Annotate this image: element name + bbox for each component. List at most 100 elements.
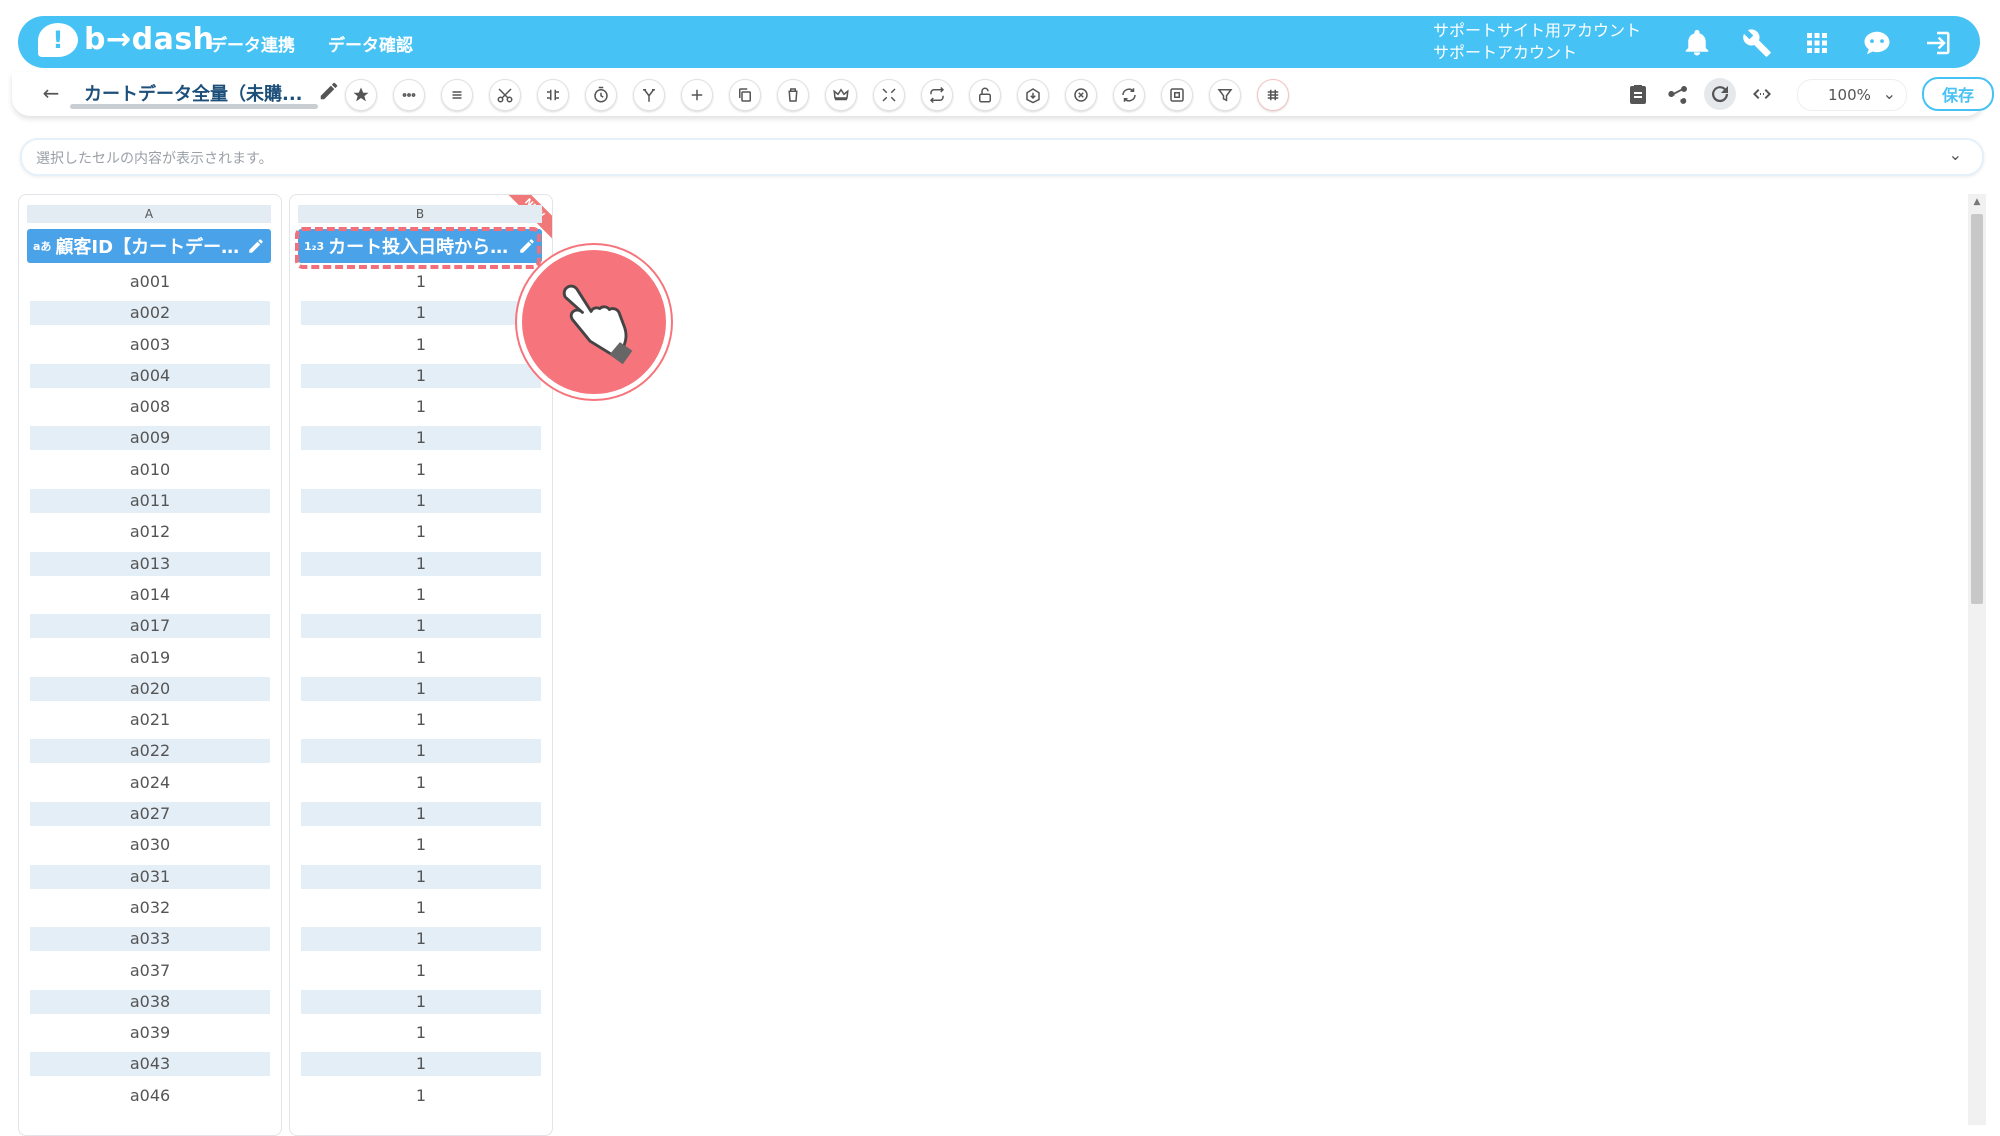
table-cell[interactable]: 1 <box>301 333 541 357</box>
table-cell[interactable]: a014 <box>30 583 270 607</box>
table-cell[interactable]: 1 <box>301 363 541 388</box>
table-cell[interactable]: 1 <box>301 1052 541 1077</box>
table-cell[interactable]: a011 <box>30 489 270 514</box>
table-cell[interactable]: a031 <box>30 864 270 889</box>
branch-icon[interactable] <box>633 79 665 111</box>
table-cell[interactable]: a017 <box>30 614 270 639</box>
table-cell[interactable]: 1 <box>301 1084 541 1108</box>
logout-icon[interactable] <box>1920 26 1954 60</box>
table-cell[interactable]: a037 <box>30 959 270 983</box>
wrench-icon[interactable] <box>1740 26 1774 60</box>
table-cell[interactable]: a009 <box>30 426 270 451</box>
download-box-icon[interactable] <box>1017 79 1049 111</box>
list-icon[interactable] <box>441 79 473 111</box>
table-cell[interactable]: a019 <box>30 646 270 670</box>
table-cell[interactable]: a024 <box>30 771 270 795</box>
table-cell[interactable]: a020 <box>30 676 270 701</box>
table-cell[interactable]: a027 <box>30 802 270 827</box>
table-cell[interactable]: 1 <box>301 301 541 326</box>
bell-icon[interactable] <box>1680 26 1714 60</box>
table-cell[interactable]: 1 <box>301 927 541 952</box>
more-icon[interactable] <box>393 79 425 111</box>
table-cell[interactable]: 1 <box>301 614 541 639</box>
table-cell[interactable]: 1 <box>301 708 541 732</box>
column-letter[interactable]: A <box>27 205 271 223</box>
table-cell[interactable]: 1 <box>301 771 541 795</box>
apps-grid-icon[interactable] <box>1800 26 1834 60</box>
grid-icon[interactable] <box>1257 79 1289 111</box>
table-cell[interactable]: 1 <box>301 833 541 857</box>
table-cell[interactable]: 1 <box>301 739 541 764</box>
table-cell[interactable]: 1 <box>301 583 541 607</box>
table-cell[interactable]: 1 <box>301 959 541 983</box>
table-cell[interactable]: a003 <box>30 333 270 357</box>
edit-pencil-icon[interactable] <box>247 237 265 255</box>
table-cell[interactable]: a039 <box>30 1021 270 1045</box>
table-cell[interactable]: a002 <box>30 301 270 326</box>
expand-chevron-icon[interactable]: ⌄ <box>1949 145 1962 164</box>
table-cell[interactable]: a030 <box>30 833 270 857</box>
timer-icon[interactable] <box>585 79 617 111</box>
back-button[interactable]: ← <box>36 78 66 108</box>
sheet-title[interactable]: カートデータ全量（未購... <box>84 80 314 106</box>
loop-icon[interactable] <box>921 79 953 111</box>
table-cell[interactable]: a013 <box>30 551 270 576</box>
column-letter[interactable]: B <box>298 205 542 223</box>
table-cell[interactable]: a046 <box>30 1084 270 1108</box>
account-info[interactable]: サポートサイト用アカウント サポートアカウント <box>1433 20 1641 64</box>
table-cell[interactable]: 1 <box>301 676 541 701</box>
table-cell[interactable]: a032 <box>30 896 270 920</box>
table-cell[interactable]: a022 <box>30 739 270 764</box>
nav-data-integration[interactable]: データ連携 <box>210 31 295 56</box>
chat-robot-icon[interactable] <box>1860 26 1894 60</box>
table-cell[interactable]: 1 <box>301 426 541 451</box>
table-cell[interactable]: 1 <box>301 270 541 294</box>
table-cell[interactable]: a038 <box>30 989 270 1014</box>
table-cell[interactable]: a021 <box>30 708 270 732</box>
plus-icon[interactable] <box>681 79 713 111</box>
filter-icon[interactable] <box>1209 79 1241 111</box>
save-button[interactable]: 保存 <box>1922 77 1994 111</box>
table-cell[interactable]: 1 <box>301 458 541 482</box>
table-cell[interactable]: a043 <box>30 1052 270 1077</box>
scissors-icon[interactable] <box>489 79 521 111</box>
table-cell[interactable]: a010 <box>30 458 270 482</box>
logo[interactable]: ! b→dash <box>38 22 215 57</box>
table-cell[interactable]: 1 <box>301 489 541 514</box>
merge-icon[interactable] <box>537 79 569 111</box>
table-cell[interactable]: 1 <box>301 896 541 920</box>
scroll-thumb[interactable] <box>1971 214 1983 604</box>
collapse-icon[interactable] <box>873 79 905 111</box>
trash-icon[interactable] <box>777 79 809 111</box>
zoom-select[interactable]: 100% ⌄ <box>1797 79 1907 111</box>
table-cell[interactable]: a004 <box>30 363 270 388</box>
refresh-icon[interactable] <box>1704 78 1736 110</box>
convert-icon[interactable] <box>1113 79 1145 111</box>
table-cell[interactable]: 1 <box>301 802 541 827</box>
edit-pencil-icon[interactable] <box>318 80 344 106</box>
column-header-customer-id[interactable]: aあ 顧客ID【カートデー… <box>27 229 271 263</box>
cell-content-preview[interactable]: 選択したセルの内容が表示されます。 ⌄ <box>20 138 1984 176</box>
cancel-icon[interactable] <box>1065 79 1097 111</box>
table-cell[interactable]: 1 <box>301 864 541 889</box>
table-cell[interactable]: a033 <box>30 927 270 952</box>
unlock-icon[interactable] <box>969 79 1001 111</box>
code-arrows-icon[interactable] <box>1746 78 1778 110</box>
table-cell[interactable]: 1 <box>301 395 541 419</box>
clipboard-icon[interactable] <box>1622 78 1654 110</box>
copy-icon[interactable] <box>729 79 761 111</box>
table-cell[interactable]: 1 <box>301 1021 541 1045</box>
share-icon[interactable] <box>1662 78 1694 110</box>
table-cell[interactable]: 1 <box>301 551 541 576</box>
table-cell[interactable]: a012 <box>30 520 270 544</box>
scroll-up-arrow-icon[interactable]: ▲ <box>1968 194 1986 210</box>
table-cell[interactable]: 1 <box>301 520 541 544</box>
crown-icon[interactable] <box>825 79 857 111</box>
table-cell[interactable]: a001 <box>30 270 270 294</box>
table-cell[interactable]: 1 <box>301 646 541 670</box>
frame-icon[interactable] <box>1161 79 1193 111</box>
star-icon[interactable] <box>345 79 377 111</box>
vertical-scrollbar[interactable]: ▲ <box>1968 194 1986 1125</box>
nav-data-review[interactable]: データ確認 <box>328 31 413 56</box>
table-cell[interactable]: 1 <box>301 989 541 1014</box>
